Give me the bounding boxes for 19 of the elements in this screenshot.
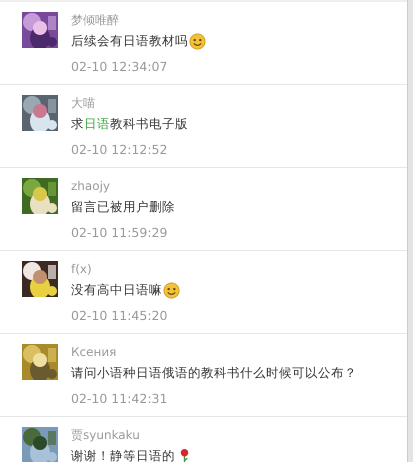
author-name: 贾syunkaku xyxy=(71,427,141,443)
comment-text: 后续会有日语教材吗 xyxy=(71,32,206,50)
comment-time: 02-10 12:12:52 xyxy=(71,141,168,159)
comment-time: 02-10 11:59:29 xyxy=(71,224,168,242)
comment-text: 谢谢！静等日语的 xyxy=(71,447,193,462)
comment-time: 02-10 11:45:20 xyxy=(71,307,168,325)
comment-text: 请问小语种日语俄语的教科书什么时候可以公布？ xyxy=(71,364,357,382)
author-name: 大喵 xyxy=(71,95,96,111)
author-name: 梦倾唯醉 xyxy=(71,12,120,28)
comment-text: 留言已被用户删除 xyxy=(71,198,175,216)
smiley-icon xyxy=(163,282,180,298)
comment-text: 求 日语教科书电子版 xyxy=(71,115,188,133)
comment-time: 02-10 11:42:31 xyxy=(71,390,168,408)
comment-time: 02-10 12:34:07 xyxy=(71,58,168,76)
author-name: Ксения xyxy=(71,344,118,360)
author-name: f(x) xyxy=(71,261,93,277)
smiley-icon xyxy=(189,32,206,50)
author-name: zhaojy xyxy=(71,178,112,194)
comment-text: 没有高中日语嘛 xyxy=(71,281,180,299)
